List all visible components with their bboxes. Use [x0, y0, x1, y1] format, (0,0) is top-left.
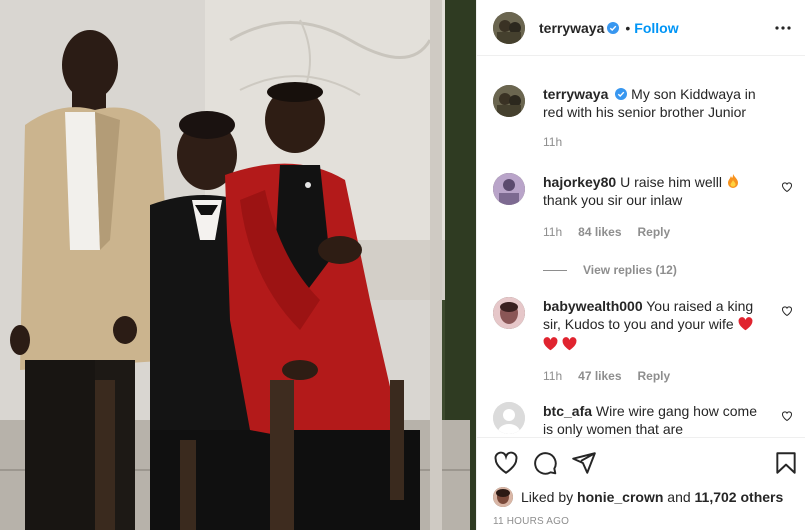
- author-avatar[interactable]: [493, 85, 525, 117]
- replies-divider: [543, 269, 567, 271]
- comment-username[interactable]: btc_afa: [543, 403, 592, 419]
- liker-username[interactable]: honie_crown: [577, 489, 663, 505]
- comment-time[interactable]: 11h: [543, 223, 562, 241]
- family-photo: [0, 0, 476, 530]
- comment-username[interactable]: babywealth000: [543, 298, 643, 314]
- post-sidebar: terrywaya • Follow terrywaya My son Kidd…: [476, 0, 805, 530]
- comment-time[interactable]: 11h: [543, 367, 562, 385]
- view-replies-button[interactable]: View replies (12): [543, 263, 677, 277]
- caption-username[interactable]: terrywaya: [543, 86, 608, 102]
- like-heart-icon[interactable]: [493, 450, 519, 476]
- red-heart-icon: [543, 337, 558, 351]
- comments-list[interactable]: terrywaya My son Kiddwaya in red with hi…: [477, 57, 805, 437]
- red-heart-icon: [562, 337, 577, 351]
- comment-likes[interactable]: 84 likes: [578, 223, 621, 241]
- comment-likes[interactable]: 47 likes: [578, 367, 621, 385]
- post-timestamp[interactable]: 11 HOURS AGO: [493, 516, 569, 527]
- comment-item: hajorkey80 U raise him welll thank you s…: [493, 173, 793, 241]
- likes-prefix: Liked by: [521, 489, 574, 505]
- likes-summary: Liked by honie_crown and 11,702 others: [493, 487, 783, 507]
- liker-avatar[interactable]: [493, 487, 513, 507]
- share-direct-icon[interactable]: [571, 450, 597, 476]
- post-actions: Liked by honie_crown and 11,702 others 1…: [477, 437, 805, 530]
- reply-button[interactable]: Reply: [638, 367, 671, 385]
- like-comment-heart-icon[interactable]: [781, 181, 793, 193]
- commenter-avatar[interactable]: [493, 402, 525, 434]
- caption-time[interactable]: 11h: [543, 133, 562, 151]
- save-bookmark-icon[interactable]: [773, 450, 799, 476]
- author-avatar[interactable]: [493, 11, 525, 44]
- caption-row: terrywaya My son Kiddwaya in red with hi…: [493, 85, 793, 151]
- comment-username[interactable]: hajorkey80: [543, 174, 616, 190]
- red-heart-icon: [738, 317, 753, 331]
- verified-badge-icon: [607, 21, 620, 34]
- likes-middle: and: [667, 489, 691, 505]
- likes-count[interactable]: 11,702 others: [695, 489, 784, 505]
- follow-button[interactable]: Follow: [634, 20, 678, 36]
- comment-text-line2: thank you sir our inlaw: [543, 192, 683, 208]
- comment-item: btc_afa Wire wire gang how come is only …: [493, 402, 793, 437]
- comment-item: babywealth000 You raised a king sir, Kud…: [493, 297, 793, 385]
- verified-badge-icon: [615, 88, 628, 100]
- separator-dot: •: [625, 19, 631, 36]
- like-comment-heart-icon[interactable]: [781, 410, 793, 422]
- comment-body: babywealth000 You raised a king sir, Kud…: [543, 297, 765, 385]
- commenter-avatar[interactable]: [493, 173, 525, 205]
- reply-button[interactable]: Reply: [638, 223, 671, 241]
- like-comment-heart-icon[interactable]: [781, 305, 793, 317]
- comment-text: U raise him welll: [620, 174, 722, 190]
- comment-body: btc_afa Wire wire gang how come is only …: [543, 402, 765, 437]
- post-header: terrywaya • Follow: [477, 0, 805, 56]
- post-photo[interactable]: [0, 0, 476, 530]
- view-replies-label: View replies (12): [583, 263, 677, 277]
- caption-body: terrywaya My son Kiddwaya in red with hi…: [543, 85, 765, 151]
- comment-bubble-icon[interactable]: [532, 450, 558, 476]
- more-options-icon[interactable]: [774, 19, 792, 37]
- commenter-avatar[interactable]: [493, 297, 525, 329]
- fire-icon: [727, 174, 738, 188]
- comment-body: hajorkey80 U raise him welll thank you s…: [543, 173, 765, 241]
- author-username[interactable]: terrywaya: [539, 20, 604, 36]
